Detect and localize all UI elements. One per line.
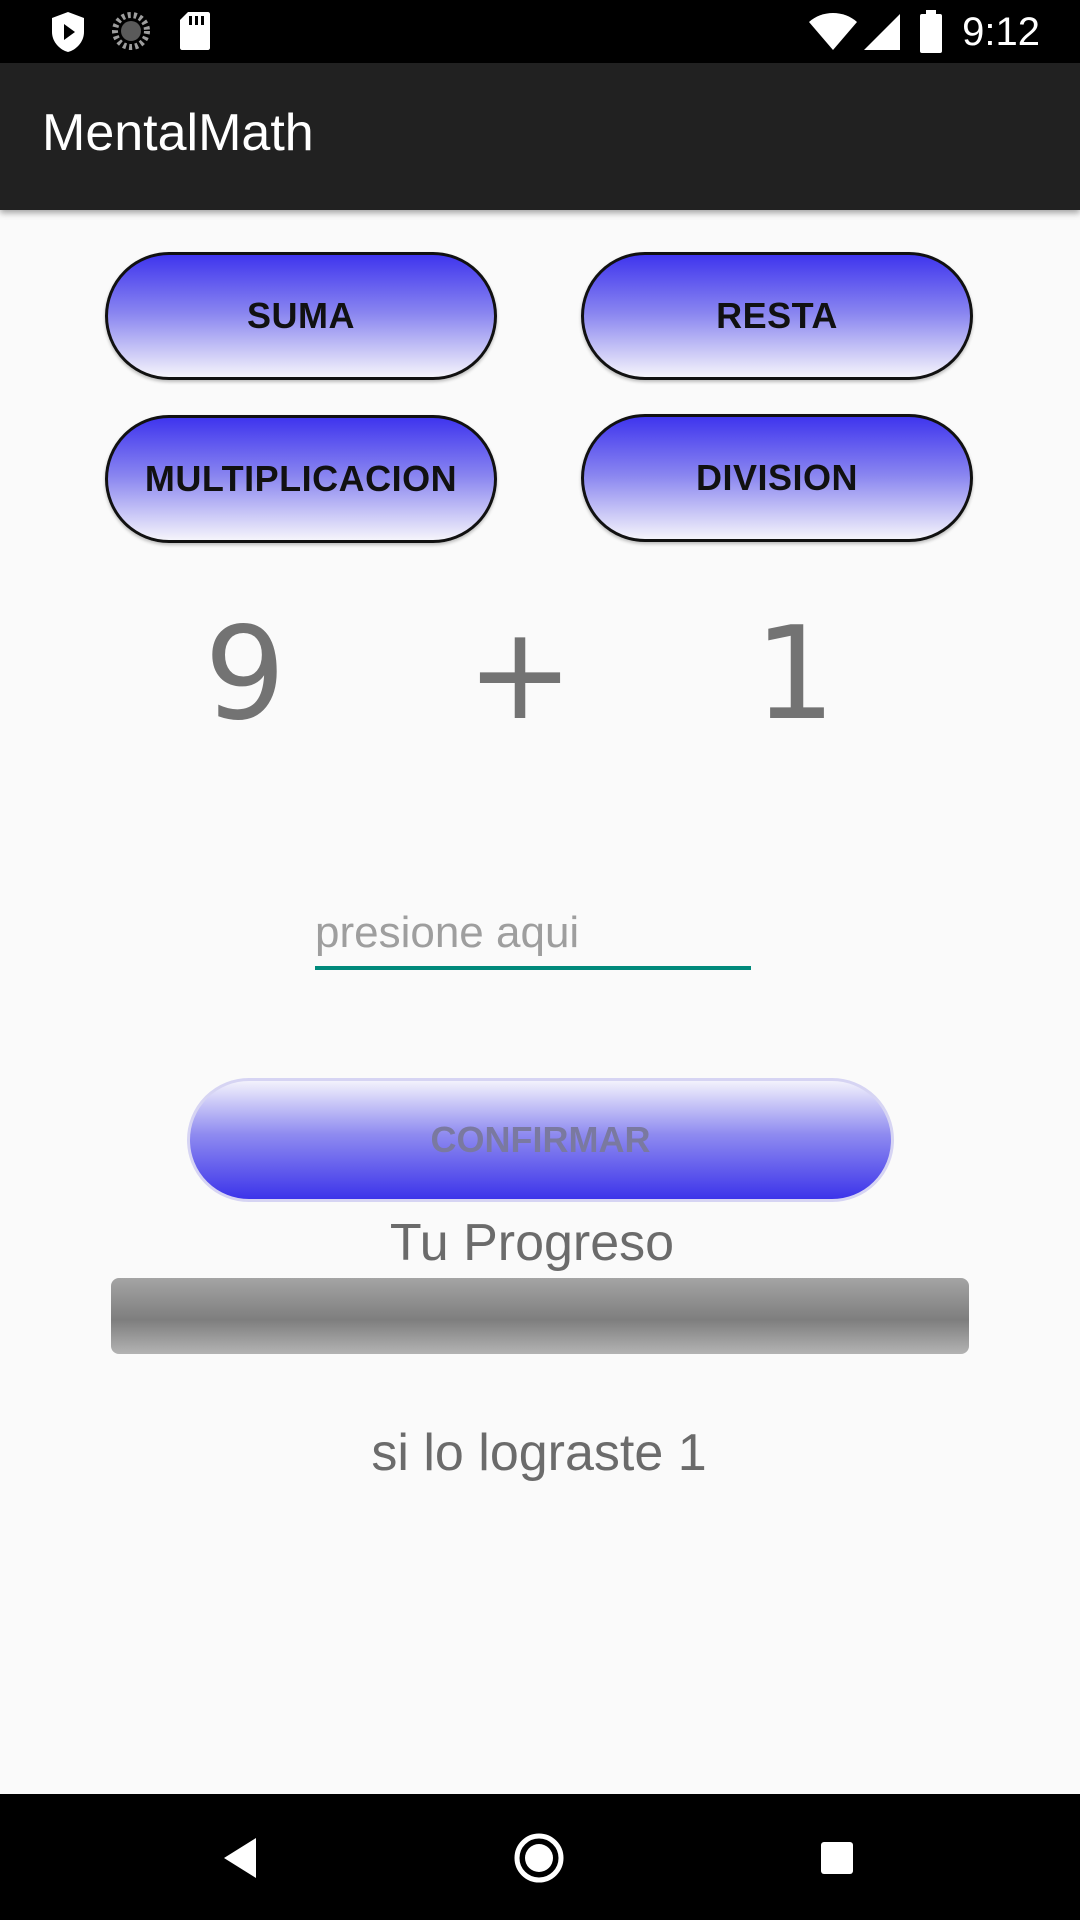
signal-icon bbox=[862, 12, 902, 57]
recents-icon[interactable] bbox=[801, 1822, 873, 1894]
suma-button[interactable]: SUMA bbox=[105, 252, 497, 380]
operator-sign: + bbox=[466, 600, 574, 749]
sd-card-icon bbox=[178, 10, 212, 57]
status-time: 9:12 bbox=[962, 10, 1040, 54]
back-icon[interactable] bbox=[204, 1822, 276, 1894]
app-bar: MentalMath bbox=[0, 63, 1080, 210]
status-bar: 9:12 bbox=[0, 0, 1080, 63]
battery-icon bbox=[918, 10, 944, 59]
confirm-button[interactable]: CONFIRMAR bbox=[187, 1078, 894, 1202]
multiplicacion-button[interactable]: MULTIPLICACION bbox=[105, 415, 497, 543]
app-title: MentalMath bbox=[42, 104, 314, 162]
home-icon[interactable] bbox=[503, 1822, 575, 1894]
result-text: si lo lograste 1 bbox=[371, 1424, 707, 1482]
sync-icon bbox=[110, 10, 152, 57]
play-protect-icon bbox=[48, 10, 88, 59]
wifi-icon bbox=[808, 12, 858, 57]
operand-1: 9 bbox=[204, 600, 286, 749]
operand-2: 1 bbox=[754, 600, 836, 749]
nav-bar bbox=[0, 1794, 1080, 1920]
answer-input[interactable] bbox=[315, 900, 751, 970]
resta-button[interactable]: RESTA bbox=[581, 252, 973, 380]
division-button[interactable]: DIVISION bbox=[581, 414, 973, 542]
progress-bar bbox=[111, 1278, 969, 1354]
progress-title: Tu Progreso bbox=[389, 1214, 675, 1272]
